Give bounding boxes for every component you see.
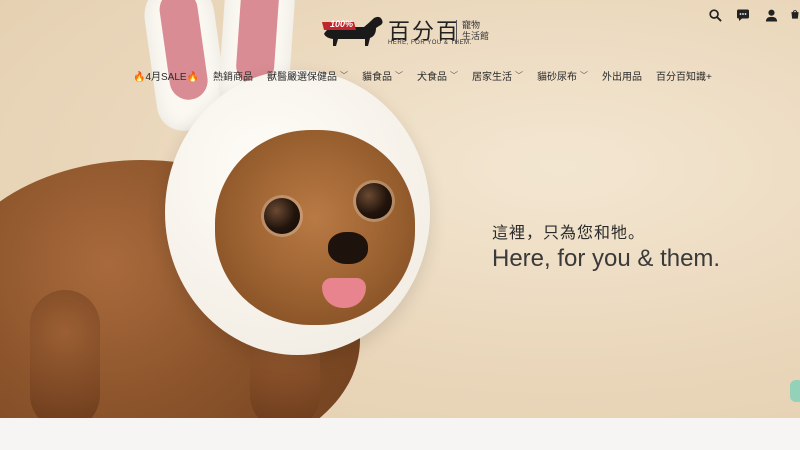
hero-headline-en: Here, for you & them. — [492, 245, 721, 272]
bunny-ear-inner — [157, 0, 211, 103]
main-nav: 🔥4月SALE🔥 熱銷商品 獸醫嚴選保健品 ﹀ 貓食品 ﹀ 犬食品 ﹀ 居家生活 ﹀ 貓… — [133, 66, 712, 84]
dog-eye — [264, 198, 300, 234]
nav-item-label: 外出用品 — [602, 71, 643, 83]
cart-icon[interactable] — [790, 6, 800, 24]
hero-banner[interactable]: 這裡，只為您和牠。 Here, for you & them. — [0, 0, 800, 418]
nav-item-label: 居家生活 — [472, 71, 513, 83]
user-icon[interactable] — [762, 6, 780, 24]
nav-item-home-living[interactable]: 居家生活 ﹀ — [472, 68, 523, 83]
chevron-down-icon: ﹀ — [340, 70, 349, 80]
chat-icon[interactable] — [734, 6, 752, 24]
side-widget-edge[interactable] — [790, 380, 800, 402]
nav-item-label: 獸醫嚴選保健品 — [267, 71, 338, 83]
nav-item-vet-supplements[interactable]: 獸醫嚴選保健品 ﹀ — [267, 68, 348, 83]
chevron-down-icon: ﹀ — [450, 70, 459, 80]
nav-item-cat-food[interactable]: 貓食品 ﹀ — [362, 68, 403, 83]
nav-item-outdoor[interactable]: 外出用品 — [602, 68, 642, 83]
chevron-down-icon: ﹀ — [395, 70, 404, 80]
nav-item-knowledge[interactable]: 百分百知識+ — [656, 68, 712, 83]
chevron-down-icon: ﹀ — [580, 70, 589, 80]
header-actions — [706, 6, 800, 24]
nav-item-bestsellers[interactable]: 熱銷商品 — [213, 68, 253, 83]
dog-nose — [328, 232, 368, 264]
nav-item-label: 貓砂尿布 — [537, 71, 578, 83]
nav-item-litter-diapers[interactable]: 貓砂尿布 ﹀ — [537, 68, 588, 83]
nav-item-label: 犬食品 — [417, 71, 448, 83]
dog-eye — [356, 183, 392, 219]
nav-item-label: 貓食品 — [362, 71, 393, 83]
hero-headline-zh: 這裡，只為您和牠。 — [492, 225, 646, 242]
nav-item-label: 熱銷商品 — [213, 71, 254, 83]
chevron-down-icon: ﹀ — [515, 70, 524, 80]
brand-sub: 寵物 生活館 — [462, 20, 490, 41]
logo-badge-text: 100% — [330, 19, 354, 29]
brand-tagline: HERE, FOR YOU & THEM. — [388, 40, 472, 46]
dog-leg — [30, 290, 100, 418]
nav-item-sale[interactable]: 🔥4月SALE🔥 — [133, 68, 199, 83]
dog-face — [215, 130, 415, 325]
nav-item-dog-food[interactable]: 犬食品 ﹀ — [417, 68, 458, 83]
site-logo[interactable]: 100% 百分百 HERE, FOR YOU & THEM. 寵物 生活館 — [318, 12, 498, 50]
nav-item-label: 🔥4月SALE🔥 — [133, 71, 200, 83]
logo-divider — [456, 20, 457, 44]
dog-photo — [0, 0, 800, 418]
nav-item-label: 百分百知識+ — [656, 71, 712, 83]
content-area-top — [0, 418, 800, 450]
search-icon[interactable] — [706, 6, 724, 24]
dachshund-logo-icon — [322, 16, 383, 46]
